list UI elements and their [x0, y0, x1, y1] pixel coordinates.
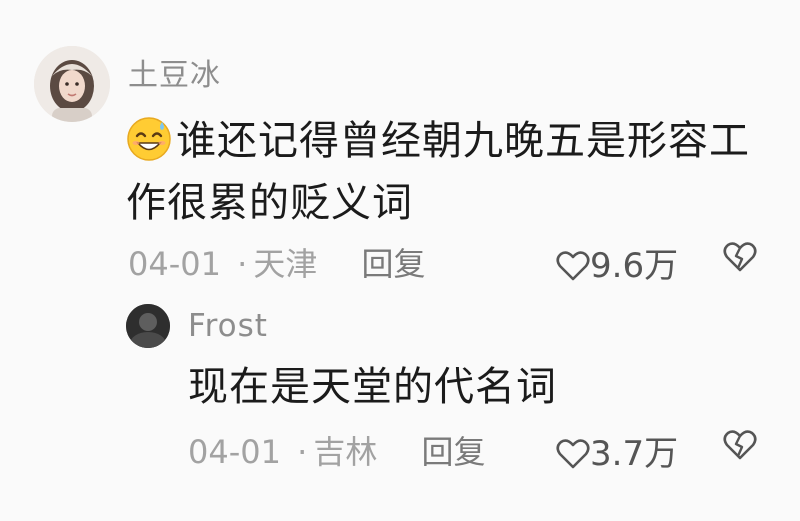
- like-count: 3.7万: [590, 434, 679, 474]
- comment-text: 谁还记得曾经朝九晚五是形容工 作很累的贬义词: [126, 110, 766, 234]
- like-button[interactable]: 9.6万: [556, 238, 678, 287]
- broken-heart-icon: [723, 430, 757, 460]
- reply-location: 吉林: [313, 433, 378, 471]
- reply-button[interactable]: 回复: [422, 433, 486, 471]
- comment-date: 04-01: [128, 245, 221, 283]
- smiling-sweat-emoji-icon: [126, 116, 172, 162]
- dislike-button[interactable]: [722, 240, 758, 274]
- heart-icon: [556, 439, 590, 469]
- dislike-button[interactable]: [722, 428, 758, 462]
- reply-button[interactable]: 回复: [362, 245, 426, 283]
- comment-meta: 04-01 · 天津 回复: [128, 239, 426, 285]
- meta-separator: ·: [297, 433, 308, 471]
- reply-text: 现在是天堂的代名词: [188, 364, 557, 410]
- reply-username[interactable]: Frost: [188, 308, 268, 344]
- comment-location: 天津: [253, 245, 318, 283]
- avatar[interactable]: [34, 46, 110, 122]
- comment-username[interactable]: 土豆冰: [128, 50, 221, 94]
- broken-heart-icon: [723, 242, 757, 272]
- comment-thread: 土豆冰 谁还记得曾经朝九晚五是形容工 作很累的贬义词 04-01 ·天津 回复: [0, 0, 800, 521]
- like-count: 9.6万: [590, 246, 679, 286]
- avatar[interactable]: [126, 304, 170, 348]
- reply-meta: 04-01 · 吉林 回复: [188, 427, 486, 473]
- avatar-image: [34, 46, 110, 122]
- meta-separator: ·: [237, 245, 248, 283]
- like-button[interactable]: 3.7万: [556, 426, 678, 475]
- comment-text-line2: 作很累的贬义词: [126, 180, 413, 226]
- avatar-image: [126, 304, 170, 348]
- reply-date: 04-01: [188, 433, 281, 471]
- comment-text-line1: 谁还记得曾经朝九晚五是形容工: [176, 118, 750, 164]
- heart-icon: [556, 251, 590, 281]
